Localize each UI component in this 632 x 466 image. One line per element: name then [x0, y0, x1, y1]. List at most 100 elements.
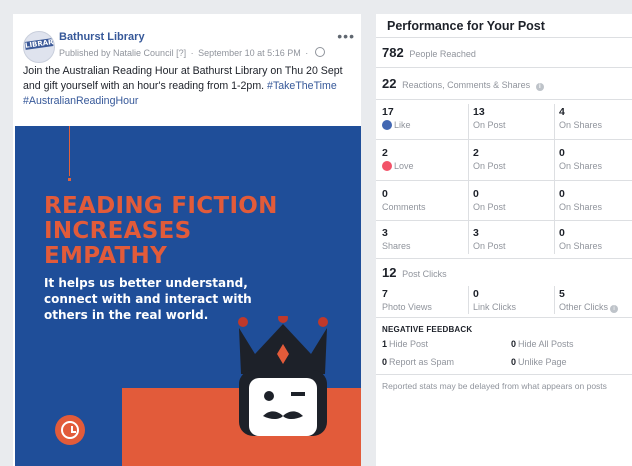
- post-card: LIBRARY Bathurst Library Published by Na…: [13, 14, 361, 466]
- link-clicks-cell: 0 Link Clicks: [473, 288, 553, 312]
- on-post-label: On Post: [473, 120, 506, 130]
- globe-icon: [314, 47, 325, 57]
- image-headline: READING FICTION INCREASES EMPATHY: [44, 194, 278, 269]
- unlike-page: 0 Unlike Page: [511, 357, 567, 367]
- shares-on-shares-cell: 0 On Shares: [559, 227, 632, 251]
- love-icon: [382, 161, 392, 171]
- on-shares-label: On Shares: [559, 202, 603, 212]
- love-total-cell: 2 Love: [382, 147, 462, 171]
- on-shares-label: On Shares: [559, 120, 603, 130]
- column-divider: [468, 286, 469, 314]
- comments-total: 0: [382, 188, 388, 200]
- king-character-illustration: [238, 316, 328, 436]
- like-label: Like: [394, 120, 411, 130]
- report-spam-label: Report as Spam: [389, 357, 455, 367]
- post-header: LIBRARY Bathurst Library Published by Na…: [13, 14, 361, 64]
- hide-post-label: Hide Post: [389, 339, 429, 349]
- link-clicks-label: Link Clicks: [473, 302, 517, 312]
- divider: [376, 180, 632, 181]
- published-by: Published by Natalie Council: [59, 48, 174, 58]
- engagement-label: Reactions, Comments & Shares: [402, 80, 531, 90]
- post-clicks: 12 Post Clicks: [382, 265, 447, 280]
- hide-all-value: 0: [511, 339, 517, 349]
- shares-total-cell: 3 Shares: [382, 227, 462, 251]
- column-divider: [468, 104, 469, 254]
- comments-label: Comments: [382, 202, 426, 212]
- hide-post-value: 1: [382, 339, 388, 349]
- comments-on-shares: 0: [559, 188, 565, 200]
- like-on-shares-cell: 4 On Shares: [559, 106, 632, 130]
- clock-icon: [55, 415, 85, 445]
- like-on-post: 13: [473, 106, 485, 118]
- engagement-value: 22: [382, 76, 397, 91]
- divider: [376, 220, 632, 221]
- link-clicks-value: 0: [473, 288, 479, 300]
- unlike-page-label: Unlike Page: [518, 357, 567, 367]
- headline-line-3: EMPATHY: [44, 243, 168, 269]
- negative-feedback-title: NEGATIVE FEEDBACK: [382, 325, 473, 334]
- people-reached-label: People Reached: [409, 49, 476, 59]
- love-total: 2: [382, 147, 388, 159]
- subline-2: connect with and interact with: [44, 292, 252, 306]
- unlike-page-value: 0: [511, 357, 517, 367]
- shares-on-post-cell: 3 On Post: [473, 227, 553, 251]
- report-spam: 0 Report as Spam: [382, 357, 454, 367]
- like-on-shares: 4: [559, 106, 565, 118]
- decor-dot: [68, 178, 71, 181]
- photo-views-label: Photo Views: [382, 302, 432, 312]
- shares-label: Shares: [382, 241, 411, 251]
- more-options-icon[interactable]: •••: [337, 28, 355, 44]
- post-clicks-label: Post Clicks: [402, 269, 447, 279]
- people-reached-value: 782: [382, 45, 404, 60]
- engagement-total: 22 Reactions, Comments & Shares i: [382, 76, 544, 91]
- on-post-label: On Post: [473, 161, 506, 171]
- hashtag-take-the-time[interactable]: #TakeTheTime: [267, 80, 337, 92]
- comments-total-cell: 0 Comments: [382, 188, 462, 212]
- love-on-post: 2: [473, 147, 479, 159]
- post-clicks-value: 12: [382, 265, 397, 280]
- avatar-logo-text: LIBRARY: [24, 37, 55, 50]
- on-post-label: On Post: [473, 241, 506, 251]
- hashtag-australian-reading-hour[interactable]: #AustralianReadingHour: [23, 95, 138, 107]
- report-spam-value: 0: [382, 357, 388, 367]
- love-on-shares-cell: 0 On Shares: [559, 147, 632, 171]
- info-icon[interactable]: i: [535, 83, 544, 91]
- hide-all-label: Hide All Posts: [518, 339, 574, 349]
- photo-views-value: 7: [382, 288, 388, 300]
- divider: [376, 258, 632, 259]
- other-clicks-cell: 5 Other Clicks i: [559, 288, 632, 313]
- headline-line-1: READING FICTION: [44, 193, 278, 219]
- divider: [376, 99, 632, 100]
- divider: [376, 317, 632, 318]
- comments-on-post: 0: [473, 188, 479, 200]
- divider: [376, 67, 632, 68]
- post-date[interactable]: September 10 at 5:16 PM: [198, 48, 301, 58]
- people-reached: 782 People Reached: [382, 45, 476, 60]
- love-on-post-cell: 2 On Post: [473, 147, 553, 171]
- on-post-label: On Post: [473, 202, 506, 212]
- divider: [376, 139, 632, 140]
- help-marker[interactable]: [?]: [176, 48, 186, 58]
- like-on-post-cell: 13 On Post: [473, 106, 553, 130]
- shares-on-shares: 0: [559, 227, 565, 239]
- comments-on-shares-cell: 0 On Shares: [559, 188, 632, 212]
- performance-panel: Performance for Your Post 782 People Rea…: [376, 14, 632, 466]
- page-avatar[interactable]: LIBRARY: [23, 31, 55, 63]
- like-total-cell: 17 Like: [382, 106, 462, 130]
- divider: [376, 37, 632, 38]
- stats-delay-note: Reported stats may be delayed from what …: [382, 381, 607, 391]
- post-byline: Published by Natalie Council [?] · Septe…: [59, 47, 325, 58]
- other-clicks-value: 5: [559, 288, 565, 300]
- panel-title: Performance for Your Post: [387, 19, 545, 33]
- subline-1: It helps us better understand,: [44, 276, 248, 290]
- like-total: 17: [382, 106, 394, 118]
- post-image[interactable]: READING FICTION INCREASES EMPATHY It hel…: [15, 126, 361, 466]
- shares-total: 3: [382, 227, 388, 239]
- love-label: Love: [394, 161, 414, 171]
- column-divider: [554, 286, 555, 314]
- other-clicks-label: Other Clicks: [559, 302, 609, 312]
- page-name-link[interactable]: Bathurst Library: [59, 31, 145, 43]
- divider: [376, 374, 632, 375]
- decor-line: [69, 126, 70, 176]
- info-icon[interactable]: i: [610, 305, 619, 313]
